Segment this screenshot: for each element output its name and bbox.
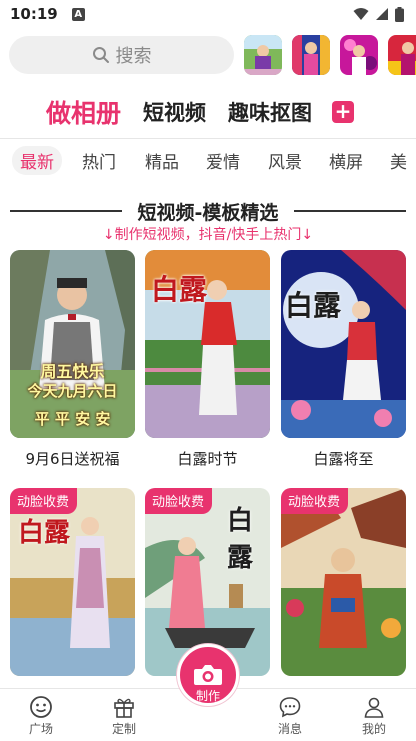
divider	[0, 138, 416, 139]
signal-icon	[376, 8, 388, 20]
search-input[interactable]: 搜索	[9, 36, 234, 74]
nav-profile[interactable]: 我的	[344, 695, 404, 737]
template-thumbnail[interactable]: 周五快乐 今天九月六日 平 平 安 安	[10, 250, 135, 438]
template-overlay-text: 周五快乐	[40, 362, 105, 381]
featured-thumbnail[interactable]	[340, 35, 378, 75]
face-swap-paid-badge: 动脸收费	[145, 488, 213, 514]
template-card[interactable]: 周五快乐 今天九月六日 平 平 安 安 9月6日送祝福	[10, 250, 135, 469]
main-tabs: 做相册 短视频 趣味抠图 +	[0, 92, 416, 132]
nav-label: 广场	[28, 722, 53, 736]
template-card[interactable]: 白露 白露将至	[281, 250, 406, 469]
template-overlay-text: 白露	[151, 273, 208, 306]
category-love[interactable]: 爱情	[206, 148, 240, 173]
template-card[interactable]: 动脸收费 白露	[10, 488, 135, 686]
search-placeholder: 搜索	[115, 46, 152, 67]
template-overlay-text: 白露	[285, 289, 342, 322]
battery-icon	[395, 6, 404, 22]
template-thumbnail[interactable]: 白露	[281, 250, 406, 438]
nav-messages[interactable]: 消息	[260, 695, 320, 737]
category-landscape[interactable]: 横屏	[329, 148, 363, 173]
category-beauty[interactable]: 美	[390, 148, 407, 173]
gift-icon	[114, 698, 134, 718]
tab-short-video[interactable]: 短视频	[143, 97, 206, 127]
template-card[interactable]: 白露 白露时节	[145, 250, 270, 469]
make-button[interactable]: 制作	[177, 644, 239, 706]
add-button[interactable]: +	[332, 101, 355, 123]
template-overlay-text: 白露	[227, 506, 254, 573]
status-time: 10:19	[10, 5, 58, 23]
face-swap-paid-badge: 动脸收费	[10, 488, 78, 514]
profile-icon	[364, 697, 384, 718]
nav-custom[interactable]: 定制	[94, 695, 154, 737]
template-card[interactable]: 动脸收费	[281, 488, 406, 686]
category-tabs: 最新 热门 精品 爱情 风景 横屏 美	[0, 145, 416, 177]
search-row: 搜索	[0, 32, 416, 78]
category-hot[interactable]: 热门	[82, 148, 116, 173]
featured-thumbnails	[244, 35, 416, 75]
featured-thumbnail[interactable]	[244, 35, 282, 75]
tab-fun-cutout[interactable]: 趣味抠图	[228, 97, 312, 127]
plaza-icon	[30, 696, 52, 718]
face-swap-paid-badge: 动脸收费	[281, 488, 349, 514]
search-icon	[92, 47, 109, 63]
template-label: 9月6日送祝福	[25, 450, 120, 468]
featured-thumbnail[interactable]	[292, 35, 330, 75]
category-premium[interactable]: 精品	[145, 148, 179, 173]
template-thumbnail[interactable]: 白露	[145, 250, 270, 438]
featured-thumbnail[interactable]	[388, 35, 416, 75]
section-header: 短视频-模板精选	[0, 198, 416, 224]
notification-icon: A	[71, 7, 85, 21]
make-label: 制作	[195, 689, 220, 703]
template-label: 白露时节	[177, 450, 238, 468]
nav-label: 我的	[361, 722, 386, 736]
nav-label: 定制	[111, 722, 136, 736]
template-label: 白露将至	[313, 450, 374, 468]
nav-label: 消息	[277, 722, 302, 736]
status-bar: 10:19 A	[0, 0, 416, 28]
nav-plaza[interactable]: 广场	[11, 695, 71, 737]
message-icon	[279, 697, 301, 718]
template-thumbnail[interactable]: 动脸收费 白露	[10, 488, 135, 676]
template-overlay-text: 平 平 安 安	[34, 410, 111, 428]
section-subtitle: ↓制作短视频，抖音/快手上热门↓	[102, 227, 314, 243]
section-line-right	[294, 210, 406, 212]
template-thumbnail[interactable]: 动脸收费	[281, 488, 406, 676]
template-overlay-text: 白露	[18, 518, 71, 548]
category-latest[interactable]: 最新	[12, 146, 62, 175]
category-scenery[interactable]: 风景	[268, 148, 302, 173]
wifi-icon	[353, 8, 369, 20]
status-icons	[353, 6, 404, 22]
template-overlay-text: 今天九月六日	[27, 382, 118, 400]
tab-album[interactable]: 做相册	[46, 94, 121, 130]
